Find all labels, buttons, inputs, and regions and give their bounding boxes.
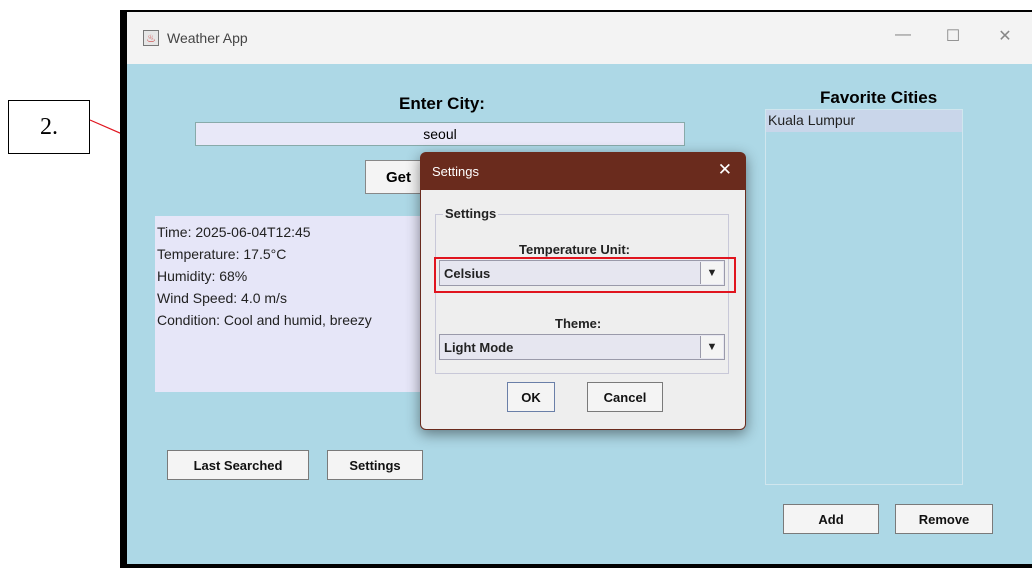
last-searched-button[interactable]: Last Searched xyxy=(167,450,309,480)
theme-value: Light Mode xyxy=(444,339,514,355)
weather-output: Time: 2025-06-04T12:45 Temperature: 17.5… xyxy=(155,216,425,392)
weather-humidity: Humidity: 68% xyxy=(157,268,248,284)
annotation-label: 2. xyxy=(8,100,90,154)
weather-wind-speed: Wind Speed: 4.0 m/s xyxy=(157,290,287,306)
window-title: Weather App xyxy=(167,30,248,46)
chevron-down-icon[interactable]: ▼ xyxy=(700,336,723,358)
annotation-highlight-box xyxy=(434,257,736,293)
weather-temperature: Temperature: 17.5°C xyxy=(157,246,287,262)
title-bar[interactable]: ♨ Weather App — ☐ ✕ xyxy=(127,12,1032,64)
cancel-button[interactable]: Cancel xyxy=(587,382,663,412)
dialog-title: Settings xyxy=(432,164,479,179)
close-icon[interactable]: ✕ xyxy=(993,26,1017,46)
favorite-cities-title: Favorite Cities xyxy=(820,88,938,107)
theme-select[interactable]: Light Mode ▼ xyxy=(439,334,725,360)
java-app-icon: ♨ xyxy=(143,30,159,46)
list-item[interactable]: Kuala Lumpur xyxy=(766,110,962,132)
favorites-list[interactable]: Kuala Lumpur xyxy=(765,109,963,485)
theme-label: Theme: xyxy=(555,316,602,331)
remove-favorite-button[interactable]: Remove xyxy=(895,504,993,534)
minimize-icon[interactable]: — xyxy=(891,26,915,44)
get-weather-label: Get xyxy=(386,168,412,186)
ok-button[interactable]: OK xyxy=(507,382,555,412)
add-favorite-button[interactable]: Add xyxy=(783,504,879,534)
dialog-body: Settings Temperature Unit: Celsius ▼ The… xyxy=(421,190,745,429)
settings-group-label: Settings xyxy=(443,206,499,221)
city-input[interactable] xyxy=(195,122,685,146)
weather-time: Time: 2025-06-04T12:45 xyxy=(157,224,311,240)
weather-condition: Condition: Cool and humid, breezy xyxy=(157,312,372,328)
maximize-icon[interactable]: ☐ xyxy=(941,26,965,46)
temperature-unit-label: Temperature Unit: xyxy=(519,242,630,257)
settings-button[interactable]: Settings xyxy=(327,450,423,480)
enter-city-label: Enter City: xyxy=(399,94,485,113)
dialog-close-icon[interactable]: ✕ xyxy=(718,160,732,180)
get-weather-button[interactable]: Get xyxy=(365,160,425,194)
